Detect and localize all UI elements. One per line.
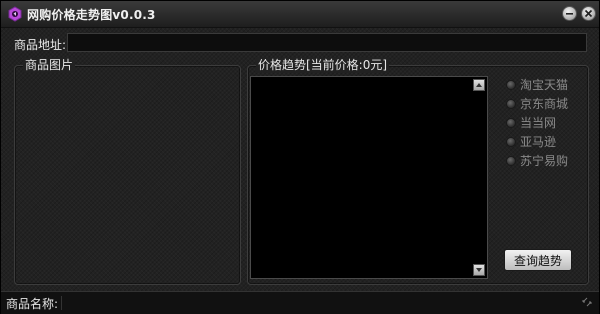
- status-divider: [61, 296, 62, 310]
- close-button[interactable]: [581, 6, 596, 21]
- app-window: 网购价格走势图v0.0.3 商品地址: 商品图片 价格趋势[当前价格:0元] 淘…: [0, 0, 600, 314]
- minimize-button[interactable]: [562, 6, 577, 21]
- app-logo-icon: [8, 6, 22, 22]
- title-bar[interactable]: 网购价格走势图v0.0.3: [1, 1, 599, 28]
- radio-button-icon[interactable]: [506, 80, 516, 90]
- radio-button-icon[interactable]: [506, 156, 516, 166]
- product-url-label: 商品地址:: [14, 38, 67, 52]
- close-icon: [584, 9, 593, 18]
- store-label: 苏宁易购: [520, 154, 569, 168]
- radio-button-icon[interactable]: [506, 99, 516, 109]
- product-url-input[interactable]: [67, 33, 587, 52]
- radio-button-icon[interactable]: [506, 118, 516, 128]
- product-name-label: 商品名称:: [6, 297, 59, 311]
- price-trend-legend: 价格趋势[当前价格:0元]: [256, 58, 390, 72]
- store-label: 当当网: [520, 116, 557, 130]
- product-image-group: 商品图片: [14, 58, 241, 285]
- arrow-up-icon: [476, 83, 482, 87]
- query-trend-button[interactable]: 查询趋势: [504, 249, 572, 271]
- radio-button-icon[interactable]: [506, 137, 516, 147]
- resize-grip-icon[interactable]: [581, 296, 593, 308]
- store-label: 亚马逊: [520, 135, 557, 149]
- product-image-legend: 商品图片: [23, 58, 76, 72]
- minimize-icon: [566, 13, 573, 15]
- arrow-down-icon: [476, 268, 482, 272]
- window-title: 网购价格走势图v0.0.3: [27, 8, 156, 22]
- store-label: 淘宝天猫: [520, 78, 569, 92]
- price-trend-panel[interactable]: [250, 76, 488, 279]
- scroll-up-button[interactable]: [473, 79, 485, 91]
- store-label: 京东商城: [520, 97, 569, 111]
- status-bar: 商品名称:: [1, 291, 599, 314]
- scroll-down-button[interactable]: [473, 264, 485, 276]
